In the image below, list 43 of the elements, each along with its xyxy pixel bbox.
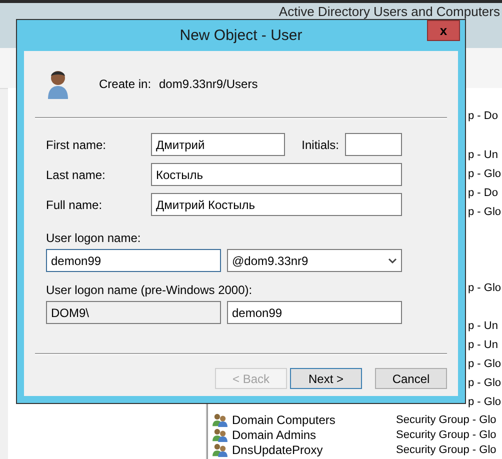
group-type-text: p - Un (468, 319, 498, 334)
last-name-field[interactable]: Костыль (151, 163, 402, 186)
group-type-text: Security Group - Glo (396, 412, 496, 426)
initials-label: Initials: (302, 138, 339, 152)
group-type-text: p - Glo (468, 376, 502, 391)
group-icon (212, 412, 228, 426)
window-title: Active Directory Users and Computers (278, 4, 500, 19)
full-name-field[interactable]: Дмитрий Костыль (151, 193, 402, 216)
pre2000-logon-field[interactable]: demon99 (227, 301, 402, 324)
first-name-field[interactable]: Дмитрий (151, 133, 285, 156)
netbios-domain-field: DOM9\ (46, 301, 221, 324)
last-name-label: Last name: (46, 168, 106, 182)
group-name[interactable]: Domain Admins (232, 428, 396, 442)
create-in-label: Create in: (99, 77, 152, 91)
wizard-button[interactable]: Next > (290, 368, 362, 389)
close-button[interactable]: x (427, 20, 460, 41)
group-type-text: p - Glo (468, 205, 502, 220)
first-name-label: First name: (46, 138, 108, 152)
dialog-title: New Object - User (180, 27, 302, 44)
group-type-text: p - Glo (468, 357, 502, 372)
group-type-text: Security Group - Glo (396, 442, 496, 456)
wizard-button[interactable]: Cancel (375, 368, 447, 389)
group-type-text: Security Group - Glo (396, 428, 496, 442)
group-icon (212, 442, 228, 456)
create-in-path: dom9.33nr9/Users (159, 77, 258, 91)
group-name[interactable]: Domain Computers (232, 412, 396, 426)
group-type-text: p - Glo (468, 167, 502, 182)
group-icon (212, 428, 228, 442)
logon-name-label: User logon name: (46, 231, 141, 245)
group-type-text: p - Glo (468, 281, 502, 296)
initials-field[interactable] (345, 133, 402, 156)
chevron-icon (388, 258, 397, 264)
logon-name-field[interactable]: demon99 (46, 249, 221, 272)
group-type-text: p - Un (468, 148, 498, 163)
group-type-text: p - Un (468, 338, 498, 353)
user-icon (46, 68, 70, 100)
pre2000-logon-label: User logon name (pre-Windows 2000): (46, 283, 252, 297)
full-name-label: Full name: (46, 198, 104, 212)
group-type-text: p - Do (468, 186, 498, 201)
group-type-text: p - Do (468, 109, 498, 124)
domain-dropdown[interactable]: @dom9.33nr9 (227, 249, 402, 272)
group-name[interactable]: DnsUpdateProxy (232, 442, 396, 456)
group-type-text: p - Glo (468, 395, 502, 410)
